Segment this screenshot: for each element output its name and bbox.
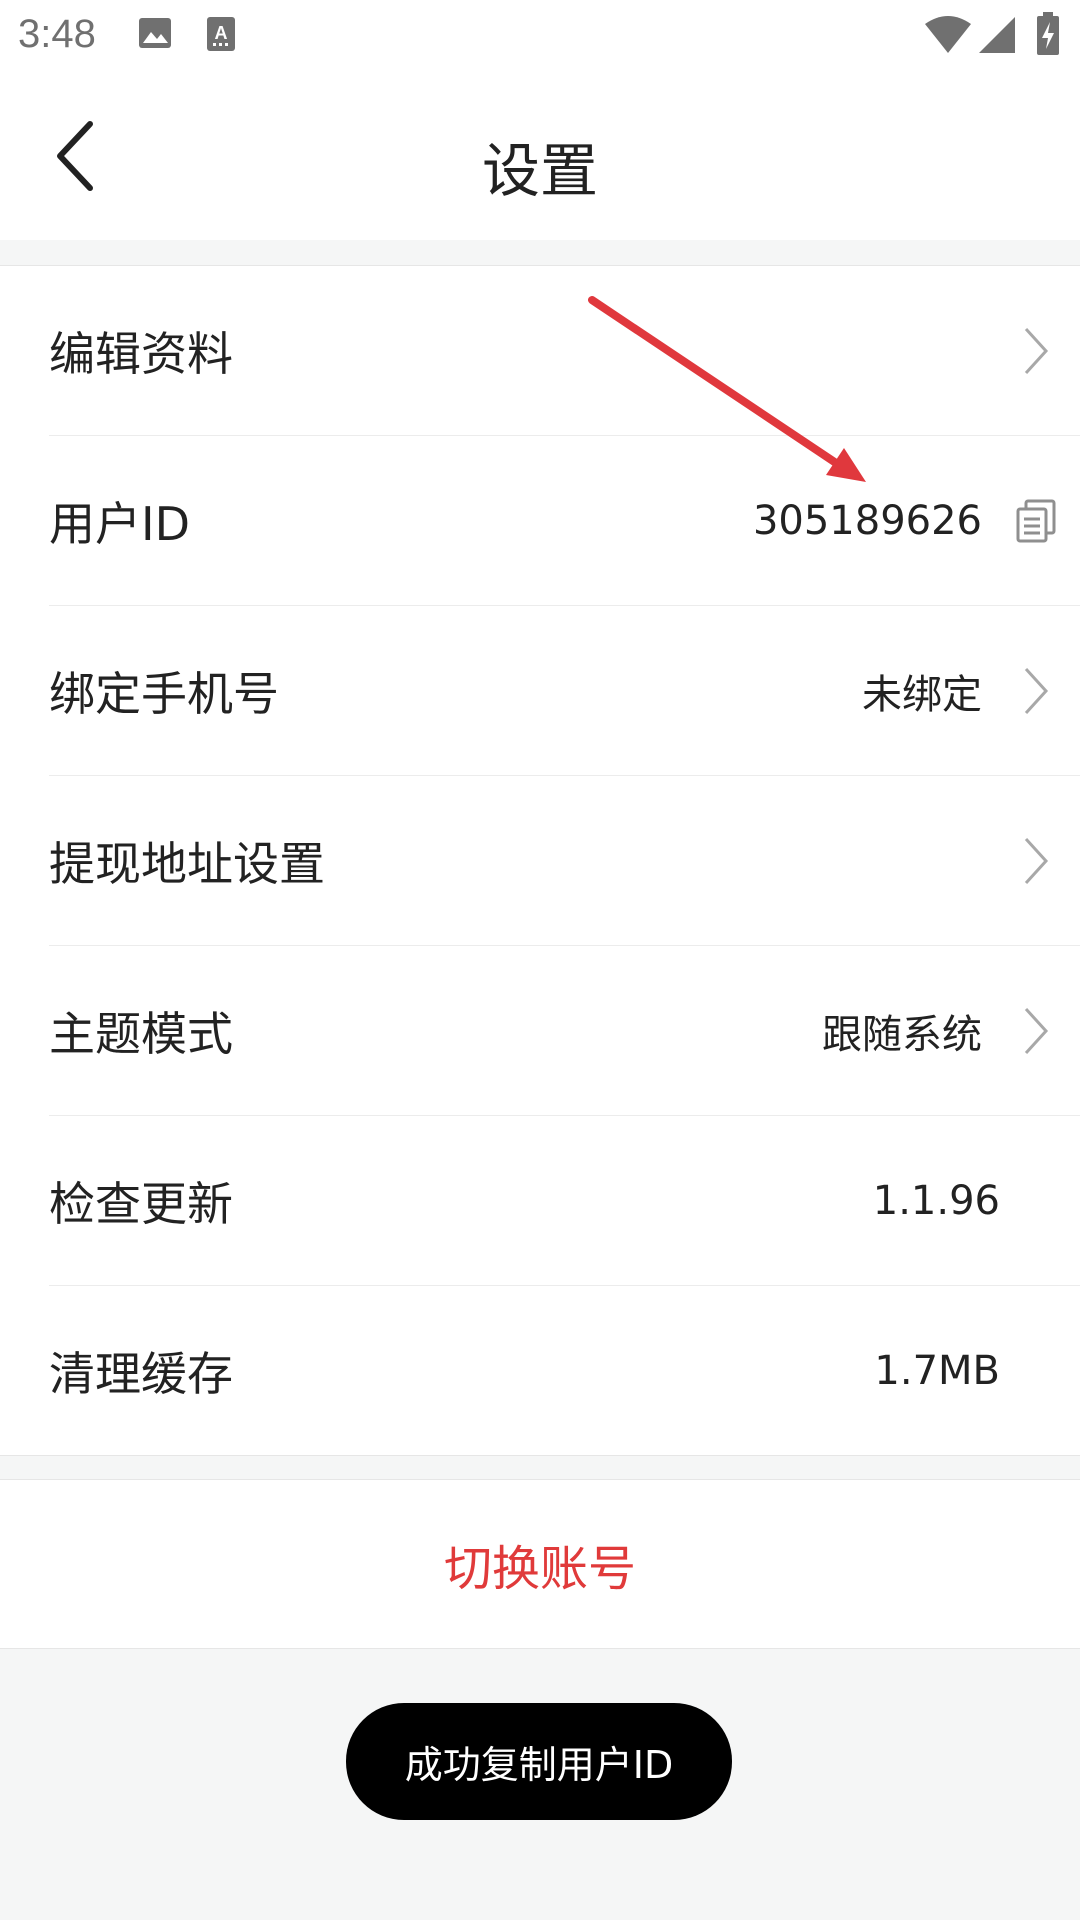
toast: 成功复制用户ID [346, 1703, 732, 1820]
chevron-right-icon [1024, 1007, 1049, 1054]
top-bar: 设置 [0, 72, 1080, 240]
row-label: 清理缓存 [49, 1346, 233, 1401]
settings-row-edit-profile[interactable]: 编辑资料 [49, 266, 1080, 436]
row-label: 编辑资料 [49, 326, 233, 381]
wifi-icon [925, 16, 971, 53]
toast-text: 成功复制用户ID [404, 1743, 674, 1787]
settings-row-bind-phone[interactable]: 绑定手机号 未绑定 [49, 606, 1080, 776]
row-label: 绑定手机号 [49, 666, 279, 721]
switch-account-button[interactable]: 切换账号 [0, 1479, 1080, 1649]
user-id-value: 305189626 [752, 497, 982, 544]
chevron-right-icon [1024, 837, 1049, 884]
settings-list: 编辑资料 用户ID 305189626 绑定手机号 未绑定 提现地址设置 主题模… [0, 265, 1080, 1456]
page-title: 设置 [481, 137, 598, 205]
status-bar: 3:48 A [0, 0, 1080, 72]
row-label: 主题模式 [49, 1006, 233, 1061]
status-time: 3:48 [18, 12, 96, 56]
settings-row-withdraw-address[interactable]: 提现地址设置 [49, 776, 1080, 946]
signal-icon [979, 17, 1015, 53]
svg-text:A: A [215, 23, 228, 43]
battery-icon [1037, 12, 1059, 55]
settings-row-clear-cache[interactable]: 清理缓存 1.7MB [49, 1286, 1080, 1455]
row-label: 用户ID [49, 496, 190, 551]
row-label: 检查更新 [49, 1176, 233, 1231]
cache-size-value: 1.7MB [874, 1347, 1000, 1394]
text-input-icon: A [207, 17, 235, 51]
settings-row-theme-mode[interactable]: 主题模式 跟随系统 [49, 946, 1080, 1116]
chevron-right-icon [1024, 667, 1049, 714]
copy-icon[interactable] [1016, 499, 1056, 543]
chevron-right-icon [1024, 327, 1049, 374]
theme-value: 跟随系统 [822, 1011, 982, 1058]
settings-row-user-id[interactable]: 用户ID 305189626 [49, 436, 1080, 606]
image-icon [139, 18, 171, 48]
settings-row-check-update[interactable]: 检查更新 1.1.96 [49, 1116, 1080, 1286]
switch-account-label: 切换账号 [443, 1541, 636, 1597]
row-label: 提现地址设置 [49, 836, 325, 891]
phone-status: 未绑定 [862, 671, 982, 718]
version-value: 1.1.96 [872, 1177, 1000, 1224]
